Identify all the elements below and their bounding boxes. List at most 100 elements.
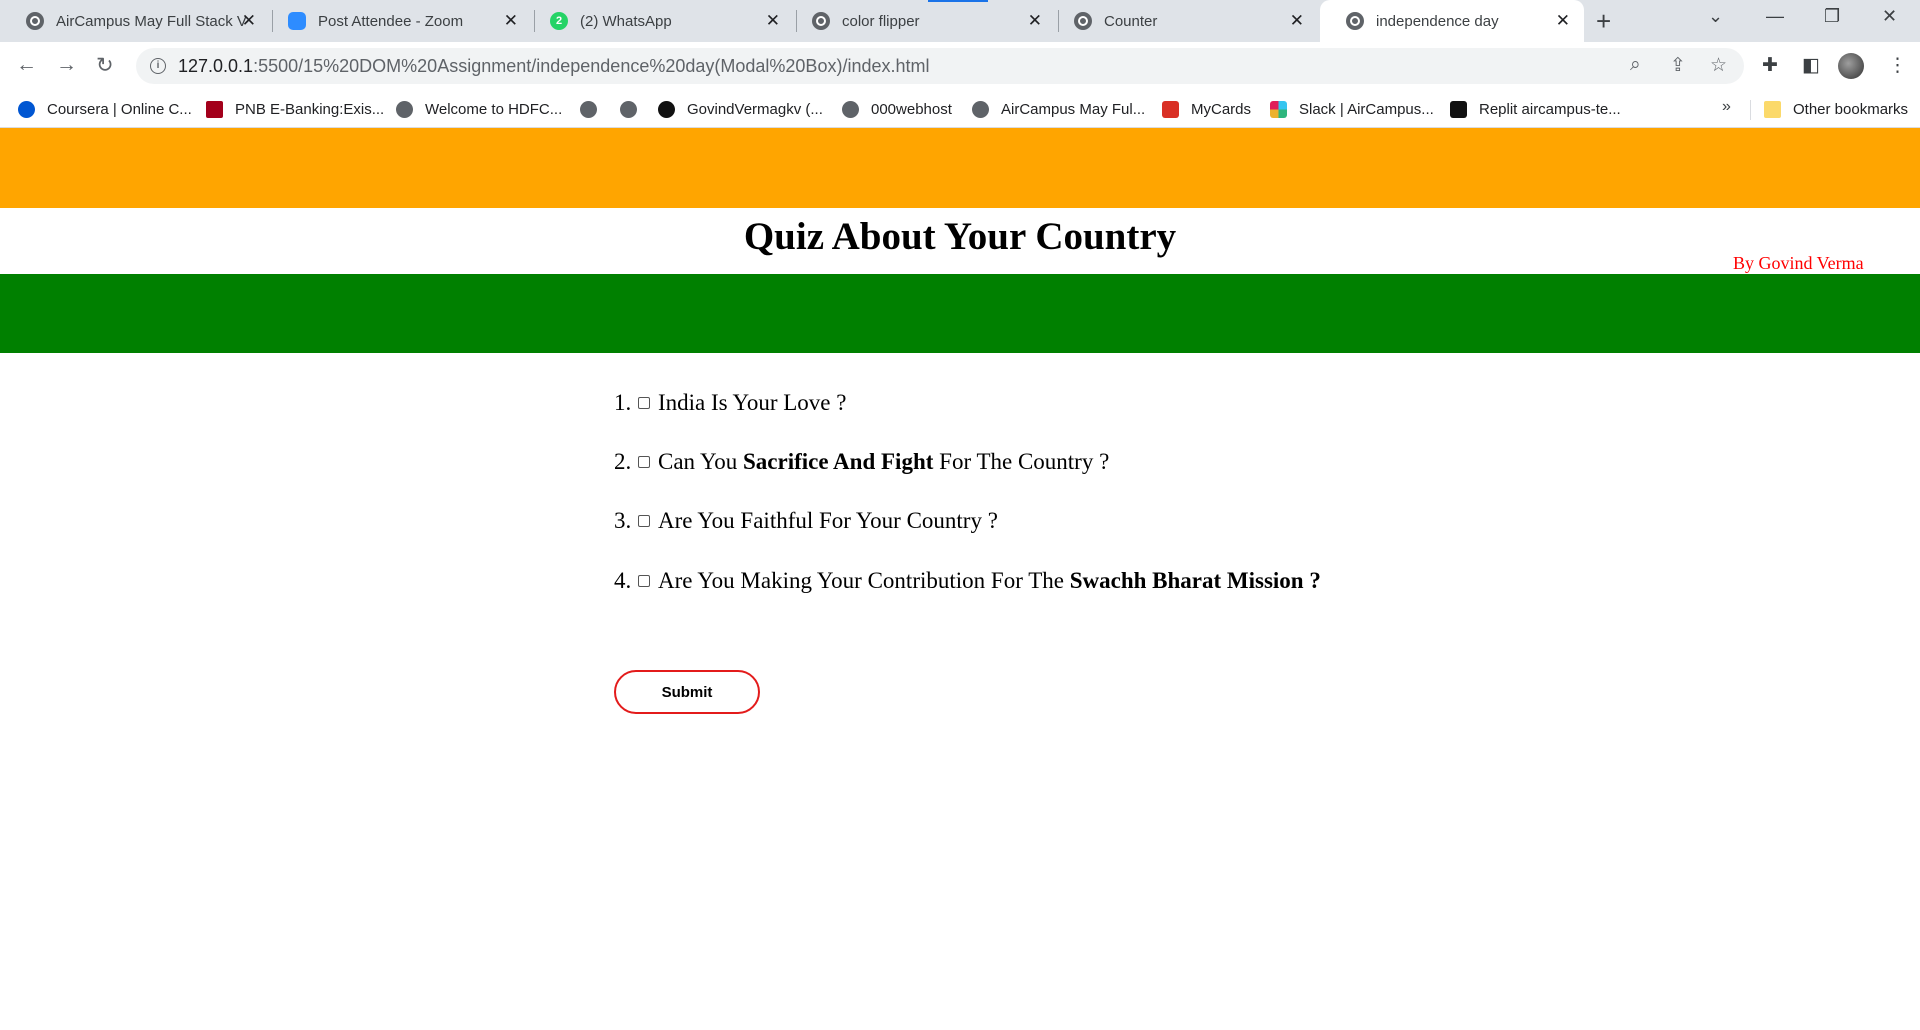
close-icon[interactable]: ✕ bbox=[1028, 11, 1042, 31]
coursera-icon bbox=[18, 100, 35, 118]
globe-icon bbox=[620, 100, 637, 118]
globe-icon bbox=[972, 100, 989, 118]
zoom-magnifier-icon[interactable]: ⌕ bbox=[1630, 54, 1641, 76]
github-icon bbox=[658, 100, 675, 118]
bookmark-star-icon[interactable]: ☆ bbox=[1710, 54, 1727, 77]
bookmark-label: Other bookmarks bbox=[1793, 100, 1909, 118]
quiz-item: 4. Are You Making Your Contribution For … bbox=[614, 566, 1321, 596]
folder-icon bbox=[1764, 100, 1781, 118]
question-checkbox[interactable] bbox=[638, 515, 650, 527]
profile-avatar[interactable] bbox=[1838, 53, 1864, 79]
address-bar[interactable]: i 127.0.0.1:5500/15%20DOM%20Assignment/i… bbox=[136, 48, 1744, 84]
bookmarks-overflow-button[interactable]: » bbox=[1722, 98, 1731, 116]
globe-icon bbox=[812, 12, 830, 30]
bookmark-aircampus[interactable]: AirCampus May Ful... bbox=[972, 96, 1145, 122]
side-panel-icon[interactable]: ◧ bbox=[1802, 54, 1820, 77]
submit-button[interactable]: Submit bbox=[614, 670, 760, 714]
quiz-item: 3. Are You Faithful For Your Country ? bbox=[614, 506, 998, 536]
close-window-button[interactable]: ✕ bbox=[1882, 6, 1897, 27]
bookmark-mycards[interactable]: MyCards bbox=[1162, 96, 1251, 122]
tab-independence-day[interactable]: independence day ✕ bbox=[1320, 0, 1584, 42]
restore-button[interactable]: ❐ bbox=[1824, 6, 1840, 27]
url-path: :5500/15%20DOM%20Assignment/independence… bbox=[253, 56, 930, 76]
share-icon[interactable]: ⇪ bbox=[1670, 54, 1686, 77]
browser-toolbar: ← → ↻ i 127.0.0.1:5500/15%20DOM%20Assign… bbox=[0, 42, 1920, 90]
tab-title: color flipper bbox=[842, 12, 920, 30]
close-icon[interactable]: ✕ bbox=[766, 11, 780, 31]
other-bookmarks-folder[interactable]: Other bookmarks bbox=[1764, 96, 1908, 122]
page-title: Quiz About Your Country bbox=[743, 215, 1177, 258]
url-text[interactable]: 127.0.0.1:5500/15%20DOM%20Assignment/ind… bbox=[178, 56, 929, 77]
bookmark-label: MyCards bbox=[1191, 100, 1252, 118]
whatsapp-icon: 2 bbox=[550, 12, 568, 30]
slack-icon bbox=[1270, 100, 1287, 118]
bookmark-replit[interactable]: Replit aircampus-te... bbox=[1450, 96, 1621, 122]
tab-strip: AirCampus May Full Stack V ✕ Post Attend… bbox=[0, 0, 1920, 42]
bookmarks-bar: Coursera | Online C... PNB E-Banking:Exi… bbox=[0, 90, 1920, 128]
question-checkbox[interactable] bbox=[638, 456, 650, 468]
question-number: 3. bbox=[614, 508, 632, 533]
question-text-tail: For The Country ? bbox=[933, 449, 1110, 474]
question-emphasis: Swachh Bharat Mission ? bbox=[1069, 568, 1321, 593]
bookmark-coursera[interactable]: Coursera | Online C... bbox=[18, 96, 192, 122]
tab-search-icon[interactable]: ⌄ bbox=[1708, 6, 1723, 27]
bookmark-globe-2[interactable] bbox=[620, 96, 649, 122]
tab-whatsapp[interactable]: 2 (2) WhatsApp ✕ bbox=[524, 0, 794, 42]
close-icon[interactable]: ✕ bbox=[1290, 11, 1304, 31]
bookmark-slack[interactable]: Slack | AirCampus... bbox=[1270, 96, 1434, 122]
bookmark-label: AirCampus May Ful... bbox=[1001, 100, 1146, 118]
mycards-icon bbox=[1162, 100, 1179, 118]
back-button[interactable]: ← bbox=[16, 53, 37, 77]
question-number: 2. bbox=[614, 449, 632, 474]
tab-counter[interactable]: Counter ✕ bbox=[1048, 0, 1318, 42]
tab-title: Counter bbox=[1104, 12, 1158, 30]
quiz-item: 1. India Is Your Love ? bbox=[614, 388, 846, 418]
close-icon[interactable]: ✕ bbox=[242, 11, 256, 31]
bookmarks-divider bbox=[1750, 100, 1751, 120]
site-info-icon[interactable]: i bbox=[150, 58, 166, 74]
minimize-button[interactable]: — bbox=[1766, 6, 1784, 27]
question-checkbox[interactable] bbox=[638, 575, 650, 587]
tab-color-flipper[interactable]: color flipper ✕ bbox=[786, 0, 1056, 42]
author-credit: By Govind Verma bbox=[1733, 253, 1864, 273]
bookmark-000webhost[interactable]: 000webhost bbox=[842, 96, 952, 122]
question-checkbox[interactable] bbox=[638, 397, 650, 409]
close-icon[interactable]: ✕ bbox=[504, 11, 518, 31]
globe-icon bbox=[1346, 12, 1364, 30]
bookmark-label: Coursera | Online C... bbox=[47, 100, 192, 118]
bookmark-label: 000webhost bbox=[871, 100, 952, 118]
question-emphasis: Sacrifice And Fight bbox=[743, 449, 934, 474]
tab-zoom[interactable]: Post Attendee - Zoom ✕ bbox=[262, 0, 532, 42]
tab-title: Post Attendee - Zoom bbox=[318, 12, 464, 30]
question-text: India Is Your Love ? bbox=[658, 390, 847, 415]
new-tab-button[interactable]: + bbox=[1596, 6, 1611, 37]
url-host: 127.0.0.1 bbox=[178, 56, 254, 76]
question-text: Are You Making Your Contribution For The bbox=[658, 568, 1070, 593]
pnb-icon bbox=[206, 100, 223, 118]
close-icon[interactable]: ✕ bbox=[1556, 11, 1570, 31]
bookmark-label: Slack | AirCampus... bbox=[1299, 100, 1434, 118]
menu-kebab-icon[interactable]: ⋮ bbox=[1888, 54, 1907, 77]
bookmark-label: Replit aircampus-te... bbox=[1479, 100, 1621, 118]
question-number: 1. bbox=[614, 390, 632, 415]
extensions-icon[interactable]: ✚ bbox=[1762, 54, 1778, 77]
bookmark-label: PNB E-Banking:Exis... bbox=[235, 100, 385, 118]
tab-title: (2) WhatsApp bbox=[580, 12, 672, 30]
bookmark-hdfc[interactable]: Welcome to HDFC... bbox=[396, 96, 562, 122]
globe-icon bbox=[580, 100, 597, 118]
forward-button[interactable]: → bbox=[56, 53, 77, 77]
tab-title: AirCampus May Full Stack V bbox=[56, 12, 246, 30]
flag-band-saffron bbox=[0, 128, 1920, 208]
question-text: Are You Faithful For Your Country ? bbox=[658, 508, 998, 533]
question-text: Can You bbox=[658, 449, 744, 474]
zoom-icon bbox=[288, 12, 306, 30]
question-number: 4. bbox=[614, 568, 632, 593]
globe-icon bbox=[396, 100, 413, 118]
bookmark-pnb[interactable]: PNB E-Banking:Exis... bbox=[206, 96, 384, 122]
bookmark-globe-1[interactable] bbox=[580, 96, 609, 122]
tab-aircampus[interactable]: AirCampus May Full Stack V ✕ bbox=[0, 0, 270, 42]
reload-button[interactable]: ↻ bbox=[96, 53, 114, 78]
bookmark-label: GovindVermagkv (... bbox=[687, 100, 823, 118]
bookmark-github[interactable]: GovindVermagkv (... bbox=[658, 96, 823, 122]
globe-icon bbox=[26, 12, 44, 30]
